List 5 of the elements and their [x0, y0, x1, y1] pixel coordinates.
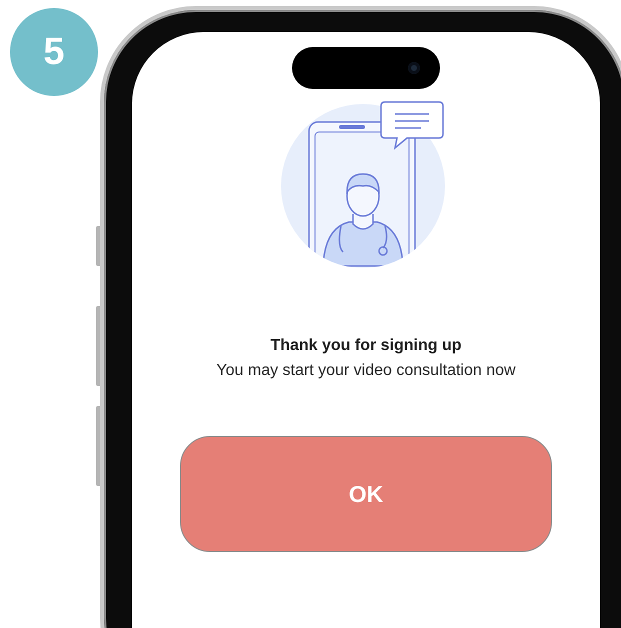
ok-button[interactable]: OK	[180, 436, 552, 552]
message-text: You may start your video consultation now	[216, 362, 516, 380]
message-title: Thank you for signing up	[270, 337, 462, 355]
step-badge: 5	[10, 8, 98, 96]
camera-icon	[408, 62, 420, 74]
